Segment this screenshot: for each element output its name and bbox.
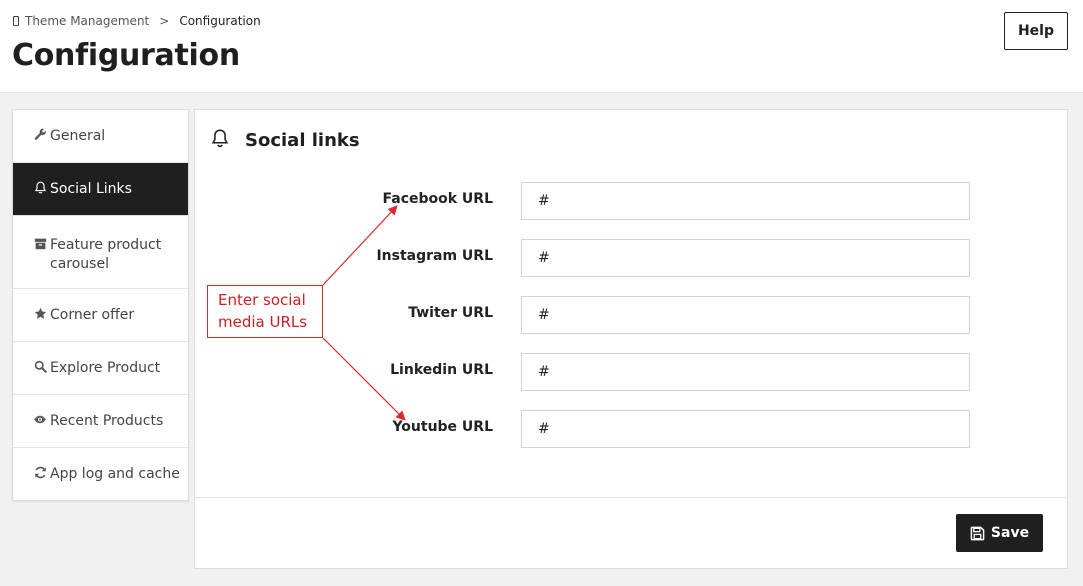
bell-icon xyxy=(33,180,47,199)
linkedin-url-label: Linkedin URL xyxy=(390,362,493,378)
sidebar-item-label: General xyxy=(50,128,106,144)
twitter-url-label: Twiter URL xyxy=(408,305,493,321)
star-icon xyxy=(33,306,47,325)
sidebar-item-label: Feature product carousel xyxy=(50,237,162,272)
panel-header: Social links xyxy=(211,128,360,152)
breadcrumb: Theme Management > Configuration xyxy=(13,14,261,28)
wrench-icon xyxy=(33,127,47,146)
breadcrumb-separator: > xyxy=(159,14,170,28)
twitter-url-input[interactable] xyxy=(521,296,970,334)
breadcrumb-parent-link[interactable]: Theme Management xyxy=(25,14,149,28)
page-header: Theme Management > Configuration Configu… xyxy=(0,0,1083,93)
search-icon xyxy=(33,359,47,378)
facebook-url-row: Facebook URL xyxy=(195,182,1069,220)
bell-icon xyxy=(211,128,229,152)
sidebar-item-label: Recent Products xyxy=(50,413,164,429)
help-button[interactable]: Help xyxy=(1004,12,1068,50)
eye-icon xyxy=(33,412,47,431)
instagram-url-input[interactable] xyxy=(521,239,970,277)
refresh-icon xyxy=(33,465,47,484)
save-button[interactable]: Save xyxy=(956,514,1043,552)
youtube-url-input[interactable] xyxy=(521,410,970,448)
panel-divider xyxy=(195,497,1067,498)
youtube-url-label: Youtube URL xyxy=(392,419,493,435)
annotation-callout: Enter social media URLs xyxy=(207,285,323,338)
sidebar-item-app-log-and-cache[interactable]: App log and cache xyxy=(13,448,188,501)
facebook-url-input[interactable] xyxy=(521,182,970,220)
sidebar-item-general[interactable]: General xyxy=(13,110,188,163)
linkedin-url-input[interactable] xyxy=(521,353,970,391)
sidebar-item-corner-offer[interactable]: Corner offer xyxy=(13,289,188,342)
archive-icon xyxy=(33,236,47,255)
mobile-phone-icon xyxy=(13,16,19,26)
facebook-url-label: Facebook URL xyxy=(382,191,494,207)
sidebar-item-label: Explore Product xyxy=(50,360,161,376)
sidebar-item-label: Social Links xyxy=(50,181,132,197)
youtube-url-row: Youtube URL xyxy=(195,410,1069,448)
twitter-url-row: Twiter URL xyxy=(195,296,1069,334)
instagram-url-row: Instagram URL xyxy=(195,239,1069,277)
sidebar-item-social-links[interactable]: Social Links xyxy=(13,163,188,216)
social-links-panel: Social links Facebook URL Instagram URL … xyxy=(194,109,1068,569)
sidebar-item-recent-products[interactable]: Recent Products xyxy=(13,395,188,448)
instagram-url-label: Instagram URL xyxy=(376,248,493,264)
panel-title: Social links xyxy=(245,129,360,151)
page-title: Configuration xyxy=(12,38,240,73)
sidebar-item-explore-product[interactable]: Explore Product xyxy=(13,342,188,395)
breadcrumb-current: Configuration xyxy=(179,14,261,28)
sidebar-item-feature-product-carousel[interactable]: Feature product carousel xyxy=(13,216,188,289)
floppy-disk-icon xyxy=(970,526,985,541)
sidebar-item-label: App log and cache xyxy=(50,466,180,482)
linkedin-url-row: Linkedin URL xyxy=(195,353,1069,391)
sidebar-item-label: Corner offer xyxy=(50,307,135,323)
settings-sidebar: General Social Links Feature product car… xyxy=(12,109,189,501)
save-button-label: Save xyxy=(990,525,1030,541)
